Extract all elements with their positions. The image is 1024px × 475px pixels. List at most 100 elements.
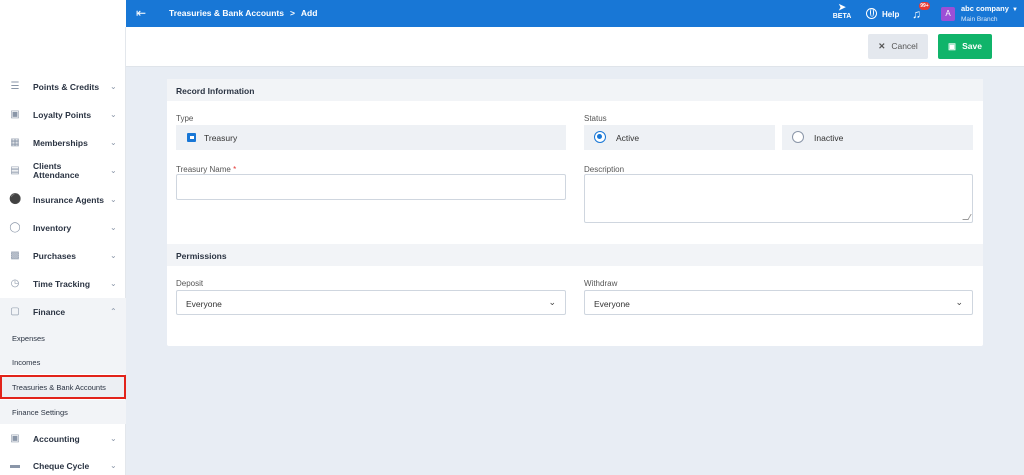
cancel-button[interactable]: ✕ Cancel xyxy=(868,34,928,59)
money-icon: ▢ xyxy=(10,306,20,317)
beta-button[interactable]: ➤ BETA xyxy=(832,3,852,21)
type-label: Type xyxy=(176,114,194,123)
cash-icon: ▣ xyxy=(10,433,20,444)
sidebar-item-finance[interactable]: ▢ Finance ⌃ xyxy=(0,298,126,326)
avatar[interactable]: A xyxy=(941,7,955,21)
chevron-down-icon: ⌄ xyxy=(110,251,117,260)
shield-icon: ⚫ xyxy=(9,194,22,205)
treasury-name-label-text: Treasury Name xyxy=(176,165,231,174)
chevron-down-icon: ⌄ xyxy=(110,195,117,204)
sidebar-item-time-tracking[interactable]: ◷ Time Tracking ⌄ xyxy=(0,270,126,298)
action-bar: ✕ Cancel ▣ Save xyxy=(126,27,1024,67)
record-information-header: Record Information xyxy=(167,79,983,101)
sidebar-item-inventory[interactable]: ◯ Inventory ⌄ xyxy=(0,214,126,242)
deposit-select[interactable]: Everyone ⌄ xyxy=(176,290,566,315)
sidebar-item-cheque-cycle[interactable]: ▬ Cheque Cycle ⌄ xyxy=(0,452,126,475)
company-switcher[interactable]: abc company ▼ Main Branch xyxy=(961,4,1018,24)
sidebar-item-label: Inventory xyxy=(33,223,72,233)
withdraw-select[interactable]: Everyone ⌄ xyxy=(584,290,973,315)
save-icon: ▣ xyxy=(948,41,957,51)
section-title: Record Information xyxy=(176,86,255,96)
rocket-icon: ➤ xyxy=(838,2,846,12)
status-active-option[interactable]: Active xyxy=(584,125,775,150)
sidebar-item-memberships[interactable]: ▦ Memberships ⌄ xyxy=(0,129,126,157)
status-option-label: Inactive xyxy=(814,133,844,143)
calendar-icon: ▤ xyxy=(10,165,20,176)
chevron-down-icon: ⌄ xyxy=(110,110,117,119)
clock-icon: ◷ xyxy=(10,278,20,289)
breadcrumb-separator: > xyxy=(289,8,295,18)
sidebar: ☰ Points & Credits ⌄ ▣ Loyalty Points ⌄ … xyxy=(0,27,126,475)
sidebar-item-label: Finance xyxy=(33,307,66,317)
sidebar-item-purchases[interactable]: ▩ Purchases ⌄ xyxy=(0,242,126,270)
globe-icon xyxy=(866,8,877,19)
permissions-header: Permissions xyxy=(167,244,983,266)
sidebar-item-label: Points & Credits xyxy=(33,82,100,92)
chevron-down-icon: ⌄ xyxy=(110,223,117,232)
sidebar-subitem-expenses[interactable]: Expenses xyxy=(0,326,126,350)
radio-active[interactable] xyxy=(594,131,606,143)
cheque-icon: ▬ xyxy=(10,460,20,471)
id-card-icon: ▦ xyxy=(10,137,20,148)
truck-icon: ▩ xyxy=(10,250,20,261)
treasury-icon xyxy=(187,133,196,142)
type-field: Treasury xyxy=(176,125,566,150)
chevron-down-icon: ⌄ xyxy=(110,434,117,443)
sidebar-item-insurance-agents[interactable]: ⚫ Insurance Agents ⌄ xyxy=(0,186,126,214)
chevron-down-icon: ⌄ xyxy=(110,138,117,147)
chevron-down-icon: ⌄ xyxy=(110,461,117,470)
branch-name: Main Branch xyxy=(961,16,998,23)
sidebar-item-label: Clients Attendance xyxy=(33,161,80,180)
description-textarea[interactable] xyxy=(584,174,973,223)
withdraw-value: Everyone xyxy=(594,299,630,309)
sidebar-item-loyalty-points[interactable]: ▣ Loyalty Points ⌄ xyxy=(0,101,126,129)
sidebar-subitem-label: Expenses xyxy=(12,334,45,343)
sidebar-subitem-label: Finance Settings xyxy=(12,408,68,417)
menu-toggle-icon[interactable]: ⇤ xyxy=(134,6,148,20)
treasury-form-card: Record Information Type Treasury Status … xyxy=(167,79,983,346)
cancel-label: Cancel xyxy=(891,41,918,51)
sidebar-subitem-finance-settings[interactable]: Finance Settings xyxy=(0,400,126,424)
treasury-name-label: Treasury Name * xyxy=(176,165,236,174)
top-bar: ⇤ Treasuries & Bank Accounts > Add ➤ BETA … xyxy=(0,0,1024,27)
required-mark: * xyxy=(233,165,237,174)
box-icon: ◯ xyxy=(9,222,21,233)
save-label: Save xyxy=(962,41,982,51)
save-button[interactable]: ▣ Save xyxy=(938,34,992,59)
sidebar-item-points-credits[interactable]: ☰ Points & Credits ⌄ xyxy=(0,73,126,101)
sidebar-item-label: Accounting xyxy=(33,434,80,444)
sidebar-item-label: Loyalty Points xyxy=(33,110,92,120)
caret-down-icon: ▼ xyxy=(1011,7,1018,13)
sidebar-item-label: Cheque Cycle xyxy=(33,461,90,471)
status-inactive-option[interactable]: Inactive xyxy=(782,125,973,150)
sidebar-item-label: Insurance Agents xyxy=(33,195,105,205)
help-button[interactable]: Help xyxy=(866,8,899,19)
description-label: Description xyxy=(584,165,625,174)
sidebar-item-accounting[interactable]: ▣ Accounting ⌄ xyxy=(0,425,126,453)
withdraw-label: Withdraw xyxy=(584,279,618,288)
sidebar-subitem-label: Treasuries & Bank Accounts xyxy=(12,383,106,392)
chevron-down-icon: ⌄ xyxy=(110,82,117,91)
sidebar-item-label: Memberships xyxy=(33,138,88,148)
sidebar-subitem-incomes[interactable]: Incomes xyxy=(0,350,126,374)
breadcrumb-parent[interactable]: Treasuries & Bank Accounts xyxy=(169,8,284,18)
sidebar-item-label: Time Tracking xyxy=(33,279,91,289)
sidebar-item-clients-attendance[interactable]: ▤ Clients Attendance ⌄ xyxy=(0,157,126,185)
gift-icon: ▣ xyxy=(10,109,20,120)
beta-label: BETA xyxy=(832,13,852,20)
breadcrumb-current: Add xyxy=(300,8,318,18)
help-label: Help xyxy=(882,10,900,19)
sidebar-subitem-label: Incomes xyxy=(12,358,41,367)
chevron-down-icon: ⌄ xyxy=(548,297,556,307)
status-label: Status xyxy=(584,114,607,123)
radio-inactive[interactable] xyxy=(792,131,804,143)
sidebar-subitem-treasuries[interactable]: Treasuries & Bank Accounts xyxy=(0,375,126,399)
section-title: Permissions xyxy=(176,251,227,261)
treasury-name-input[interactable] xyxy=(176,174,566,200)
layers-icon: ☰ xyxy=(10,81,20,92)
chevron-down-icon: ⌄ xyxy=(110,166,117,175)
type-value: Treasury xyxy=(204,133,238,143)
chevron-up-icon: ⌃ xyxy=(110,307,117,316)
chevron-down-icon: ⌄ xyxy=(955,297,963,307)
deposit-value: Everyone xyxy=(186,299,222,309)
